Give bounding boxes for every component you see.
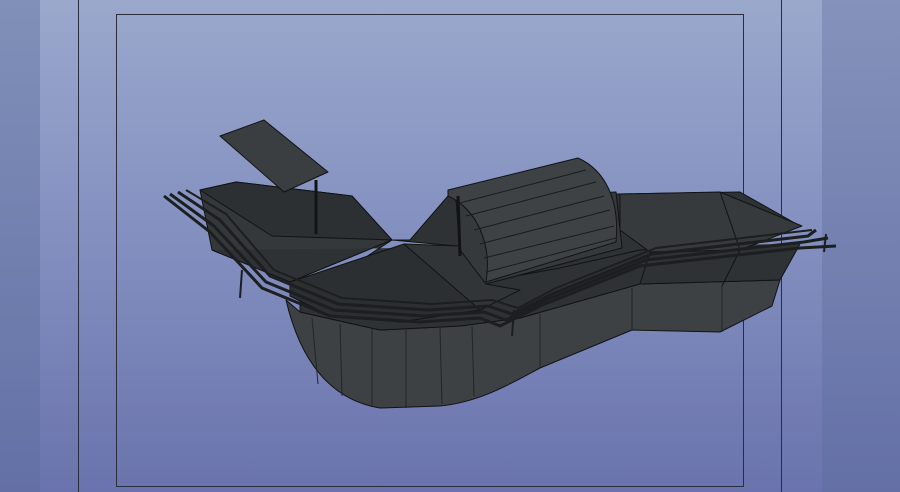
3d-viewport[interactable] bbox=[0, 0, 900, 492]
stern-canopy bbox=[219, 119, 329, 193]
bow-deck bbox=[619, 191, 803, 253]
ship-model[interactable] bbox=[0, 0, 900, 492]
cabin-support-post bbox=[456, 195, 462, 257]
